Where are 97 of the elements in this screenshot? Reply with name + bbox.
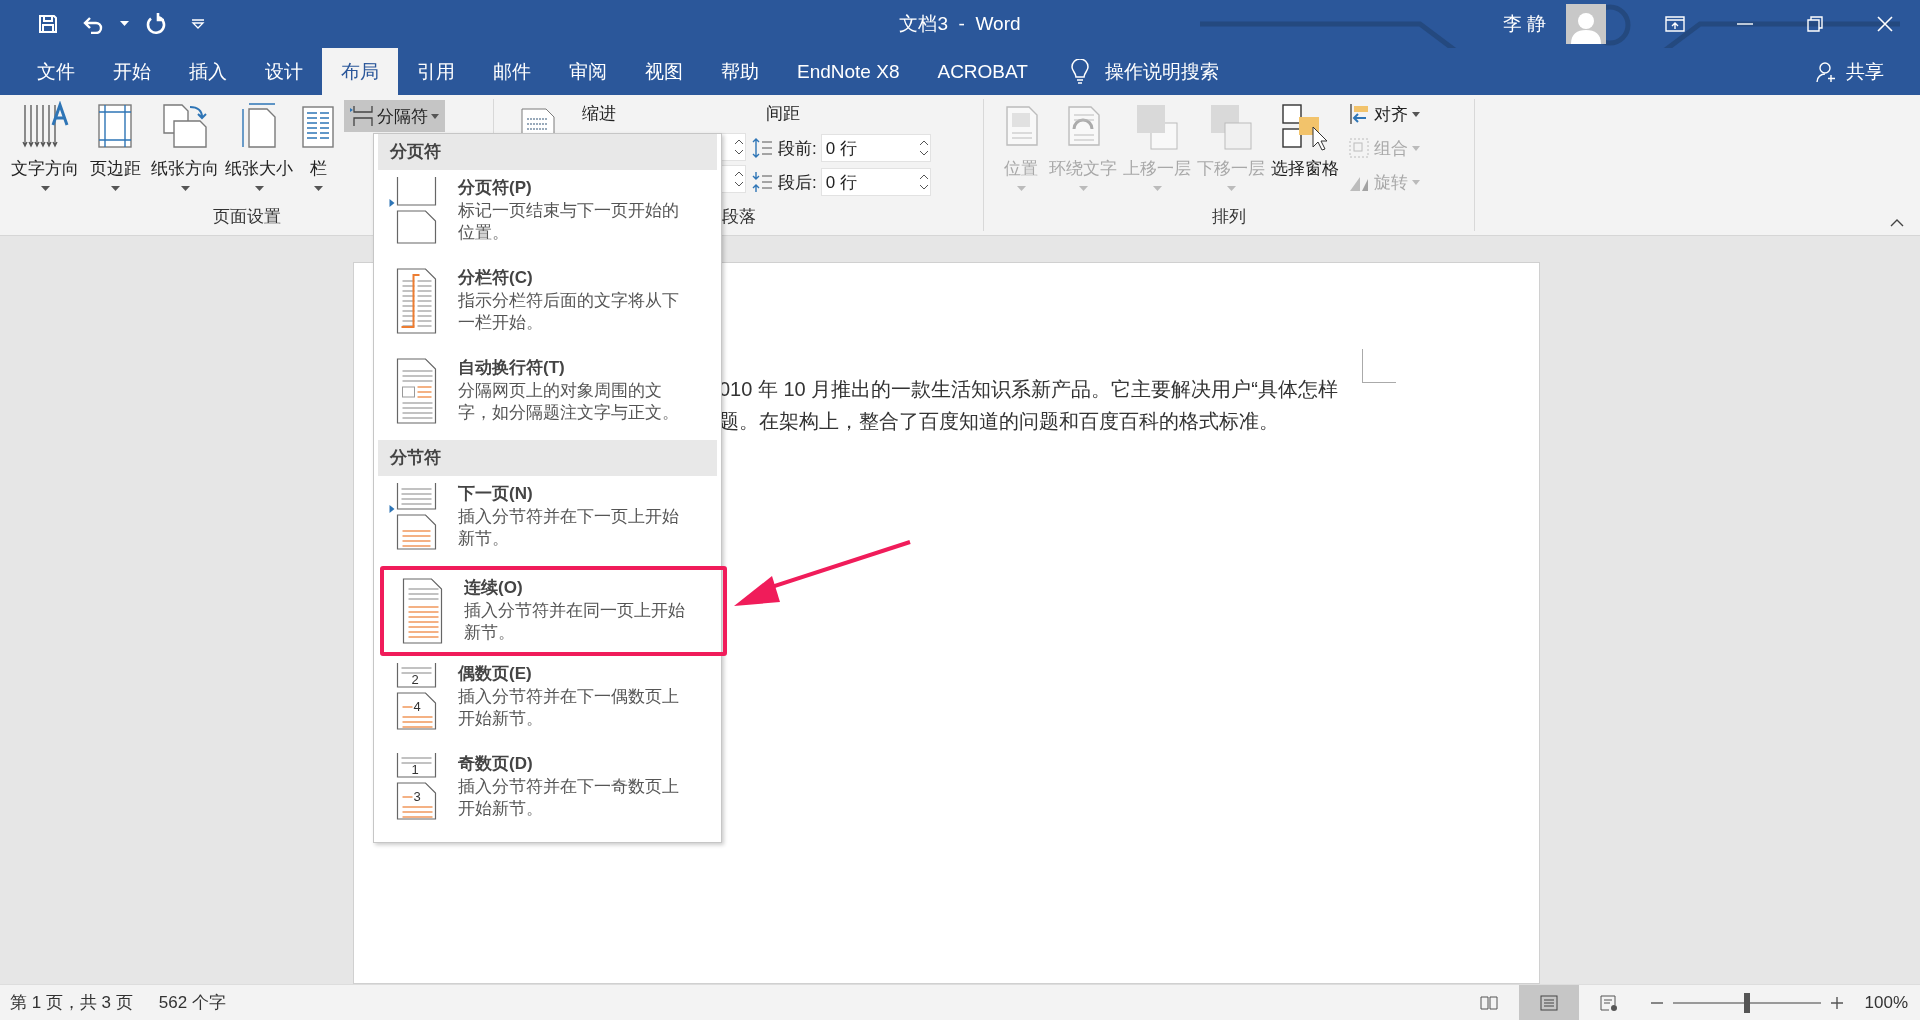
menu-item-title: 下一页(N) [458, 483, 534, 505]
person-add-icon [1816, 60, 1838, 83]
menu-item-description: 插入分节符并在下一奇数页上开始新节。 [458, 776, 680, 820]
caret-icon [1152, 186, 1162, 191]
caret-icon [180, 186, 190, 191]
print-layout-icon [1539, 994, 1558, 1011]
spacing-heading: 间距 [766, 103, 801, 125]
spacing-label: 段前: [778, 137, 817, 160]
web-layout-icon [1599, 994, 1618, 1011]
spacing-field[interactable]: 0 行 [820, 168, 931, 196]
redo-icon [145, 13, 167, 35]
menu-item-title: 分栏符(C) [458, 267, 534, 289]
group-label: 段落 [721, 206, 756, 228]
caret-icon [110, 186, 120, 191]
ribbon-button[interactable]: 纸张方向 [148, 99, 222, 193]
ribbon-tab[interactable]: 视图 [626, 48, 702, 95]
caret-icon [1412, 145, 1420, 151]
zoom-in-icon[interactable] [1830, 996, 1843, 1009]
menu-item[interactable]: 1 3 奇数页(D) 插入分节符并在下一奇数页上开始新节。 [378, 746, 717, 836]
restore-icon [1807, 16, 1823, 32]
user-name: 李 静 [1502, 12, 1546, 36]
read-mode-icon [1479, 994, 1498, 1011]
menu-item-title: 奇数页(D) [458, 753, 534, 775]
undo-icon [82, 14, 104, 34]
menu-item-title: 连续(O) [464, 577, 524, 599]
caret-icon [40, 186, 50, 191]
menu-item-title: 分页符(P) [458, 177, 533, 199]
page-count[interactable]: 第 1 页，共 3 页 [10, 991, 133, 1014]
ribbon-button[interactable]: 对齐 [1346, 99, 1422, 129]
tell-me-search[interactable]: 操作说明搜索 [1064, 48, 1225, 95]
minimize-icon [1737, 23, 1753, 25]
ribbon-tab[interactable]: 插入 [170, 48, 246, 95]
ribbon-tab[interactable]: ACROBAT [918, 48, 1047, 95]
ribbon-display-icon [1665, 16, 1685, 32]
menu-item-description: 插入分节符并在同一页上开始新节。 [464, 600, 686, 644]
ribbon-tab[interactable]: 邮件 [474, 48, 550, 95]
group-icon [1348, 137, 1370, 159]
next-page-break-icon [388, 482, 438, 550]
spacing-label: 段后: [778, 171, 817, 194]
text-boundary-mark [1362, 349, 1396, 383]
menu-section-heading: 分页符 [378, 134, 717, 170]
ribbon-tab[interactable]: 审阅 [550, 48, 626, 95]
menu-item-description: 分隔网页上的对象周围的文字，如分隔题注文字与正文。 [458, 380, 680, 424]
menu-item-title: 偶数页(E) [458, 663, 533, 685]
menu-item-description: 插入分节符并在下一页上开始新节。 [458, 506, 680, 550]
zoom-level[interactable]: 100% [1864, 992, 1908, 1013]
word-count[interactable]: 562 个字 [158, 991, 226, 1014]
menu-item-description: 指示分栏符后面的文字将从下一栏开始。 [458, 290, 680, 334]
collapse-ribbon-icon[interactable] [1890, 219, 1904, 227]
ribbon-tab[interactable]: 开始 [94, 48, 170, 95]
zoom-thumb[interactable] [1743, 992, 1750, 1013]
space-after-icon [752, 171, 774, 193]
menu-item-description: 标记一页结束与下一页开始的位置。 [458, 200, 680, 244]
ribbon-tab[interactable]: EndNote X8 [778, 48, 919, 95]
caret-icon [1412, 111, 1420, 117]
menu-item-title: 自动换行符(T) [458, 357, 566, 379]
caret-icon [120, 21, 129, 27]
highlighted-menu-item[interactable]: 连续(O) 插入分节符并在同一页上开始新节。 [380, 566, 727, 656]
group-label: 排列 [1212, 206, 1246, 228]
menu-item-description: 插入分节符并在下一偶数页上开始新节。 [458, 686, 680, 730]
caret-icon [1226, 186, 1236, 191]
lightbulb-icon [1070, 58, 1089, 85]
ribbon-tab[interactable]: 引用 [398, 48, 474, 95]
caret-icon [254, 186, 264, 191]
customize-icon [191, 19, 205, 29]
save-icon [38, 14, 58, 34]
ribbon-button[interactable]: 栏 [296, 99, 340, 193]
menu-item[interactable]: 自动换行符(T) 分隔网页上的对象周围的文字，如分隔题注文字与正文。 [378, 350, 717, 440]
menu-item[interactable]: 分页符(P) 标记一页结束与下一页开始的位置。 [378, 170, 717, 260]
menu-section-heading: 分节符 [378, 440, 717, 476]
indent-heading: 缩进 [582, 103, 617, 125]
caret-icon [1078, 186, 1088, 191]
caret-icon [313, 186, 323, 191]
share-button[interactable]: 共享 [1810, 48, 1890, 95]
ribbon-tab[interactable]: 布局 [322, 48, 398, 95]
space-before-icon [752, 137, 774, 159]
caret-icon [1016, 186, 1026, 191]
window-title: 文档3 - Word [899, 13, 1021, 34]
ribbon-tab[interactable]: 设计 [246, 48, 322, 95]
menu-item[interactable]: 下一页(N) 插入分节符并在下一页上开始新节。 [378, 476, 717, 566]
caret-icon [431, 113, 439, 119]
ribbon-button[interactable]: 纸张大小 [222, 99, 296, 193]
menu-item[interactable]: 2 4 偶数页(E) 插入分节符并在下一偶数页上开始新节。 [378, 656, 717, 746]
group-label: 页面设置 [212, 206, 281, 228]
ribbon-button[interactable]: 页边距 [82, 99, 148, 193]
page-break-icon [388, 176, 438, 244]
breaks-button[interactable]: 分隔符 [344, 100, 445, 132]
align-icon [1348, 103, 1370, 125]
ribbon-button[interactable]: 文字方向 [8, 99, 82, 193]
close-icon [1877, 16, 1893, 32]
ribbon-tab[interactable]: 文件 [18, 48, 94, 95]
spacing-field[interactable]: 0 行 [820, 134, 931, 162]
ribbon-button[interactable]: 选择窗格 [1268, 99, 1342, 182]
breaks-icon [350, 106, 374, 126]
caret-icon [1412, 179, 1420, 185]
menu-item[interactable]: 分栏符(C) 指示分栏符后面的文字将从下一栏开始。 [378, 260, 717, 350]
ribbon-tab[interactable]: 帮助 [702, 48, 778, 95]
